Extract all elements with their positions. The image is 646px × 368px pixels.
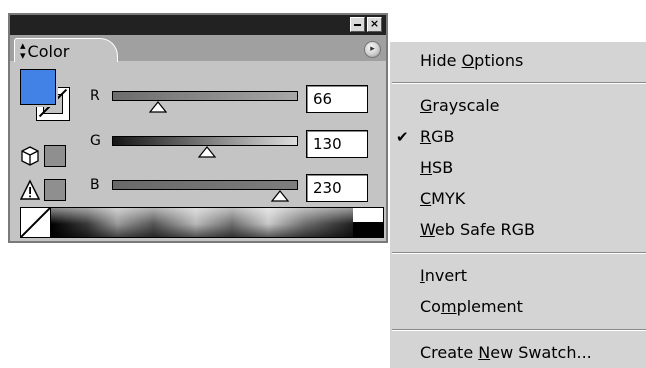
slider-thumb-b[interactable] bbox=[271, 190, 289, 202]
access-key: R bbox=[420, 127, 432, 146]
access-key: G bbox=[420, 96, 433, 115]
menu-item-label: Invert bbox=[420, 266, 468, 285]
close-button[interactable]: × bbox=[367, 17, 382, 32]
slider-blue: B bbox=[90, 174, 380, 204]
menu-item-label: Create New Swatch... bbox=[420, 343, 592, 362]
menu-item-label: CMYK bbox=[420, 189, 466, 208]
color-spectrum-bar[interactable] bbox=[20, 207, 384, 238]
channel-label-r: R bbox=[90, 88, 100, 104]
menu-item-create-new-swatch[interactable]: Create New Swatch... bbox=[390, 340, 646, 366]
tab-color-label: Color bbox=[27, 41, 70, 61]
slider-thumb-r[interactable] bbox=[149, 101, 167, 113]
panel-titlebar[interactable]: × bbox=[10, 15, 386, 35]
color-panel: × ▴ ▾ Color ▸ R 66 G 130 B 230 bbox=[8, 13, 388, 243]
panel-body: R G B bbox=[10, 61, 386, 241]
red-ramp[interactable] bbox=[112, 91, 298, 101]
slider-green: G bbox=[90, 130, 380, 160]
menu-item-label: Hide Options bbox=[420, 51, 524, 70]
menu-item-web-safe-rgb[interactable]: Web Safe RGB bbox=[390, 217, 646, 243]
red-value-input[interactable] bbox=[306, 85, 368, 113]
menu-item-rgb[interactable]: ✔ RGB bbox=[390, 124, 646, 150]
menu-separator bbox=[392, 82, 646, 84]
menu-item-hsb[interactable]: HSB bbox=[390, 155, 646, 181]
menu-item-label: HSB bbox=[420, 158, 454, 177]
menu-item-label: RGB bbox=[420, 127, 455, 146]
panel-options-menu: Hide Options Grayscale ✔ RGB HSB CMYK We… bbox=[388, 40, 646, 368]
menu-separator bbox=[392, 252, 646, 254]
panel-options-button[interactable]: ▸ bbox=[364, 41, 381, 58]
menu-item-cmyk[interactable]: CMYK bbox=[390, 186, 646, 212]
expand-arrows-icon[interactable]: ▴ ▾ bbox=[20, 40, 26, 61]
warning-icon bbox=[20, 179, 40, 200]
access-key: N bbox=[478, 343, 491, 362]
channel-label-b: B bbox=[90, 177, 100, 193]
spectrum-ramp[interactable] bbox=[51, 208, 353, 237]
access-key: W bbox=[420, 220, 435, 239]
none-color-box[interactable] bbox=[21, 208, 51, 237]
tab-color[interactable]: ▴ ▾ Color bbox=[14, 38, 118, 62]
access-key: H bbox=[420, 158, 433, 177]
blue-value-input[interactable] bbox=[306, 174, 368, 202]
web-safe-swatch[interactable] bbox=[44, 145, 66, 167]
black-color-box[interactable] bbox=[353, 222, 383, 237]
green-ramp[interactable] bbox=[112, 136, 298, 146]
fill-swatch[interactable] bbox=[18, 67, 58, 107]
menu-item-hide-options[interactable]: Hide Options bbox=[390, 48, 646, 74]
cube-icon bbox=[21, 146, 39, 166]
slider-thumb-g[interactable] bbox=[198, 146, 216, 158]
none-slash bbox=[21, 208, 50, 237]
menu-item-label: Complement bbox=[420, 297, 523, 316]
tab-strip: ▴ ▾ Color ▸ bbox=[10, 35, 386, 62]
menu-item-grayscale[interactable]: Grayscale bbox=[390, 93, 646, 119]
in-gamut-swatch[interactable] bbox=[44, 179, 66, 201]
access-key: C bbox=[420, 189, 432, 208]
slider-red: R bbox=[90, 85, 380, 115]
blue-ramp[interactable] bbox=[112, 180, 298, 190]
menu-item-complement[interactable]: Complement bbox=[390, 294, 646, 320]
menu-item-label: Grayscale bbox=[420, 96, 500, 115]
access-key: O bbox=[461, 51, 475, 70]
menu-separator bbox=[392, 329, 646, 331]
access-key: I bbox=[420, 266, 425, 285]
checkmark-icon: ✔ bbox=[396, 128, 409, 146]
channel-label-g: G bbox=[90, 133, 101, 149]
white-color-box[interactable] bbox=[353, 208, 383, 222]
menu-item-invert[interactable]: Invert bbox=[390, 263, 646, 289]
menu-item-label: Web Safe RGB bbox=[420, 220, 535, 239]
out-of-web-color-alert bbox=[20, 143, 70, 169]
access-key: m bbox=[440, 297, 457, 316]
out-of-gamut-alert bbox=[20, 177, 70, 203]
green-value-input[interactable] bbox=[306, 130, 368, 158]
minimize-button[interactable] bbox=[350, 17, 365, 32]
